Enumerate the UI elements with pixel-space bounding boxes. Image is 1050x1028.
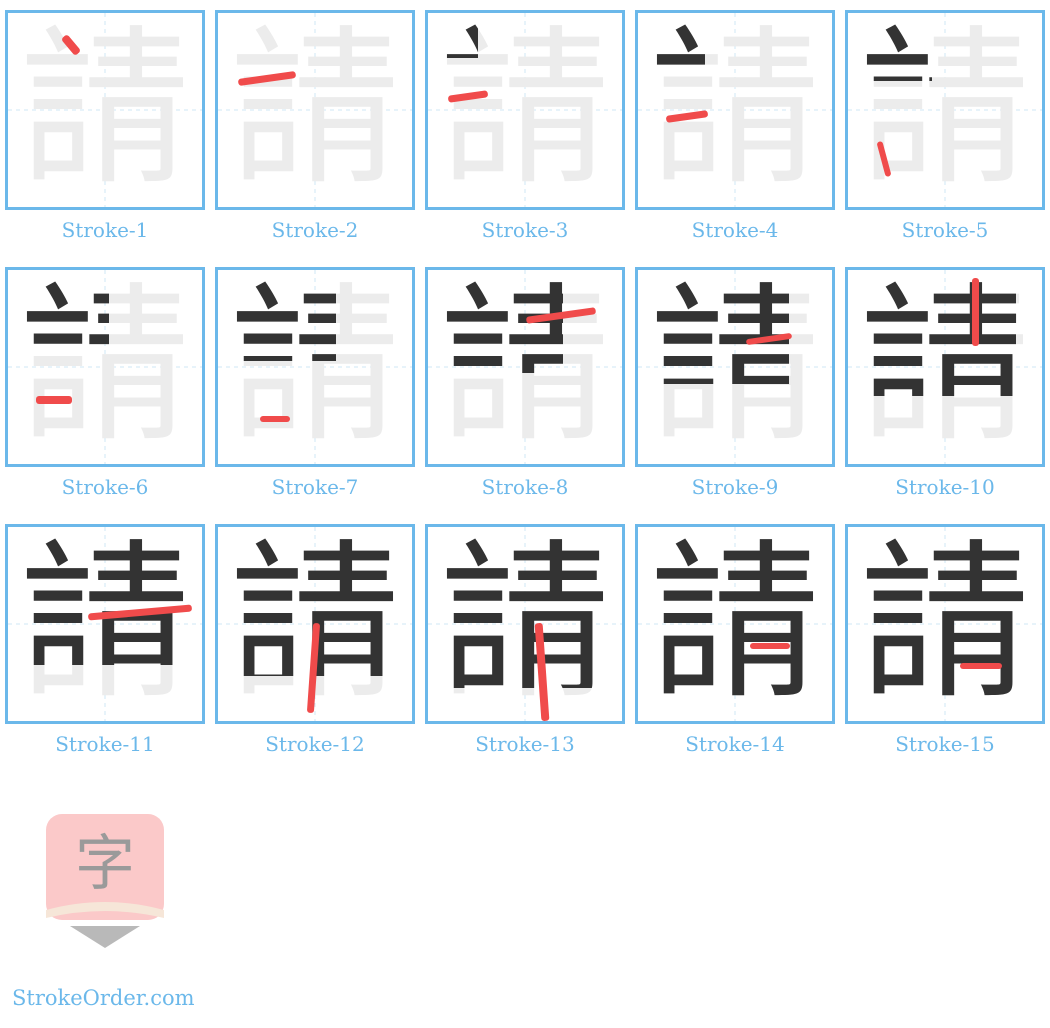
stroke-cell: 請請 Stroke-9 — [635, 267, 835, 499]
stroke-label: Stroke-4 — [691, 218, 779, 242]
stroke-label: Stroke-5 — [901, 218, 989, 242]
stroke-cell: 請請 Stroke-2 — [215, 10, 415, 242]
stroke-cell: 請請 Stroke-3 — [425, 10, 625, 242]
drawn-strokes: 請 — [859, 525, 1030, 723]
stroke-cell: 請請 Stroke-15 — [845, 524, 1045, 756]
stroke-cell: 請 Stroke-1 — [5, 10, 205, 242]
stroke-box: 請請 — [845, 10, 1045, 210]
stroke-box: 請請 — [845, 524, 1045, 724]
stroke-label: Stroke-11 — [55, 732, 155, 756]
strokeorder-logo-icon: 字 — [44, 814, 166, 950]
stroke-label: Stroke-2 — [271, 218, 359, 242]
stroke-box: 請請 — [635, 10, 835, 210]
stroke-label: Stroke-8 — [481, 475, 569, 499]
stroke-label: Stroke-12 — [265, 732, 365, 756]
stroke-cell: 請請 Stroke-13 — [425, 524, 625, 756]
stroke-cell: 請請 Stroke-7 — [215, 267, 415, 499]
stroke-box: 請請 — [425, 10, 625, 210]
stroke-cell: 請請 Stroke-11 — [5, 524, 205, 756]
stroke-box: 請請 — [635, 267, 835, 467]
stroke-box: 請請 — [635, 524, 835, 724]
current-stroke-marker — [260, 416, 290, 422]
stroke-cell: 請請 Stroke-8 — [425, 267, 625, 499]
stroke-box: 請請 — [5, 267, 205, 467]
stroke-box: 請請 — [425, 267, 625, 467]
stroke-cell: 請請 Stroke-6 — [5, 267, 205, 499]
current-stroke-marker — [960, 663, 1002, 669]
stroke-label: Stroke-9 — [691, 475, 779, 499]
stroke-label: Stroke-1 — [61, 218, 149, 242]
stroke-cell: 請請 Stroke-12 — [215, 524, 415, 756]
current-stroke-marker — [750, 643, 790, 649]
ghost-character: 請 — [19, 11, 190, 209]
stroke-label: Stroke-15 — [895, 732, 995, 756]
drawn-strokes: 請 — [649, 525, 820, 723]
stroke-label: Stroke-7 — [271, 475, 359, 499]
stroke-label: Stroke-6 — [61, 475, 149, 499]
stroke-label: Stroke-10 — [895, 475, 995, 499]
stroke-cell: 請請 Stroke-14 — [635, 524, 835, 756]
stroke-box: 請請 — [215, 267, 415, 467]
site-name[interactable]: StrokeOrder.com — [12, 986, 195, 1010]
stroke-label: Stroke-13 — [475, 732, 575, 756]
current-stroke-marker — [972, 278, 979, 346]
stroke-box: 請請 — [5, 524, 205, 724]
stroke-label: Stroke-3 — [481, 218, 569, 242]
stroke-cell: 請請 Stroke-5 — [845, 10, 1045, 242]
logo-glyph: 字 — [75, 829, 135, 899]
stroke-box: 請請 — [425, 524, 625, 724]
stroke-box: 請請 — [215, 10, 415, 210]
current-stroke-marker — [36, 396, 72, 404]
stroke-cell: 請請 Stroke-10 — [845, 267, 1045, 499]
stroke-cell: 請請 Stroke-4 — [635, 10, 835, 242]
stroke-box: 請請 — [845, 267, 1045, 467]
stroke-box: 請請 — [215, 524, 415, 724]
stroke-box: 請 — [5, 10, 205, 210]
stroke-label: Stroke-14 — [685, 732, 785, 756]
